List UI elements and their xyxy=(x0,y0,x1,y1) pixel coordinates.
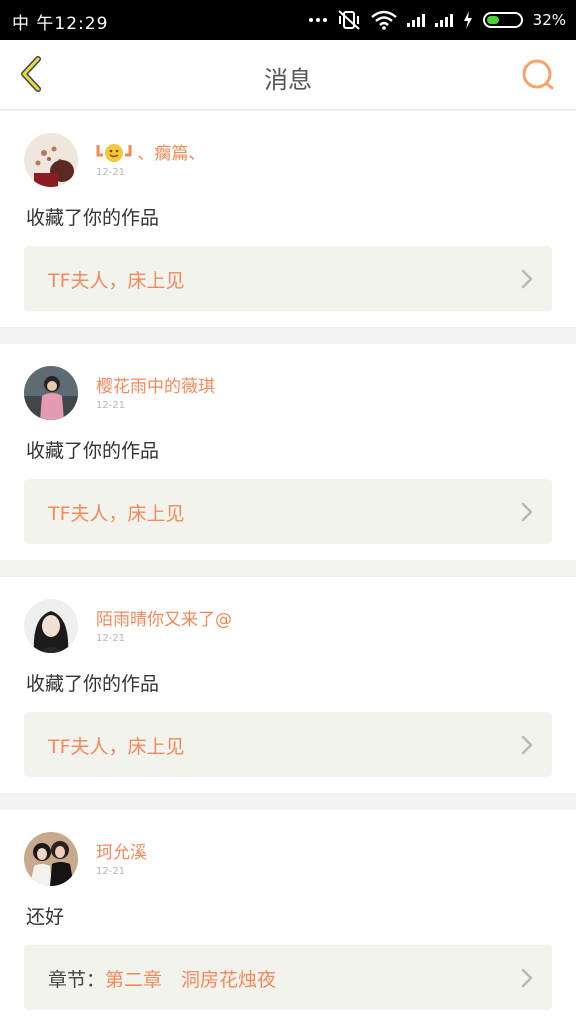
avatar[interactable] xyxy=(24,366,78,420)
nav-bar: 消息 xyxy=(0,40,576,110)
status-bar: 中 午12:29 32% xyxy=(0,0,576,40)
chapter-link[interactable]: 章节：第二章 洞房花烛夜 xyxy=(24,945,552,1010)
chevron-right-icon xyxy=(521,502,533,522)
charging-icon xyxy=(463,11,472,29)
avatar[interactable] xyxy=(24,599,78,653)
work-link[interactable]: TF夫人，床上见 xyxy=(24,712,552,777)
emoji-face-icon xyxy=(96,144,132,162)
chapter-title: 章节：第二章 洞房花烛夜 xyxy=(48,965,276,992)
status-icons: 32% xyxy=(308,9,566,31)
message-date: 12-21 xyxy=(96,633,126,644)
wifi-icon xyxy=(370,10,397,30)
user-name[interactable]: 陌雨晴你又来了@ xyxy=(96,605,232,630)
user-name-text: 、瘸篇、 xyxy=(137,144,206,164)
work-link[interactable]: TF夫人，床上见 xyxy=(24,479,552,544)
work-title: TF夫人，床上见 xyxy=(48,270,185,292)
page-title: 消息 xyxy=(264,66,312,94)
message-item[interactable]: 樱花雨中的薇琪 12-21 收藏了你的作品 TF夫人，床上见 xyxy=(0,344,576,560)
message-action: 收藏了你的作品 xyxy=(26,207,160,229)
avatar[interactable] xyxy=(24,832,78,886)
chevron-right-icon xyxy=(521,735,533,755)
message-item[interactable]: 陌雨晴你又来了@ 12-21 收藏了你的作品 TF夫人，床上见 xyxy=(0,577,576,793)
user-name[interactable]: 樱花雨中的薇琪 xyxy=(96,372,215,397)
more-notifications-icon xyxy=(308,18,327,22)
battery-percent: 32% xyxy=(532,11,566,29)
message-date: 12-21 xyxy=(96,866,126,877)
status-time: 中 午12:29 xyxy=(12,14,109,34)
chapter-prefix: 章节： xyxy=(48,969,106,991)
message-action: 收藏了你的作品 xyxy=(26,673,160,695)
signal-icon xyxy=(406,13,425,27)
search-icon[interactable] xyxy=(520,57,556,93)
message-item[interactable]: 珂允溪 12-21 还好 章节：第二章 洞房花烛夜 xyxy=(0,810,576,1026)
signal-2-icon xyxy=(434,13,453,27)
work-title: TF夫人，床上见 xyxy=(48,736,185,758)
avatar[interactable] xyxy=(24,133,78,187)
message-action: 收藏了你的作品 xyxy=(26,440,160,462)
work-title: TF夫人，床上见 xyxy=(48,503,185,525)
work-link[interactable]: TF夫人，床上见 xyxy=(24,246,552,311)
message-action: 还好 xyxy=(26,906,65,928)
battery-icon xyxy=(482,12,523,28)
message-date: 12-21 xyxy=(96,400,126,411)
user-name[interactable]: 珂允溪 xyxy=(96,838,147,863)
chevron-right-icon xyxy=(521,968,533,988)
chapter-name: 第二章 洞房花烛夜 xyxy=(105,969,277,991)
user-name[interactable]: 、瘸篇、 xyxy=(96,139,205,164)
message-item[interactable]: 、瘸篇、 12-21 收藏了你的作品 TF夫人，床上见 xyxy=(0,111,576,327)
message-date: 12-21 xyxy=(96,167,126,178)
chevron-right-icon xyxy=(521,269,533,289)
vibrate-off-icon xyxy=(337,10,360,30)
